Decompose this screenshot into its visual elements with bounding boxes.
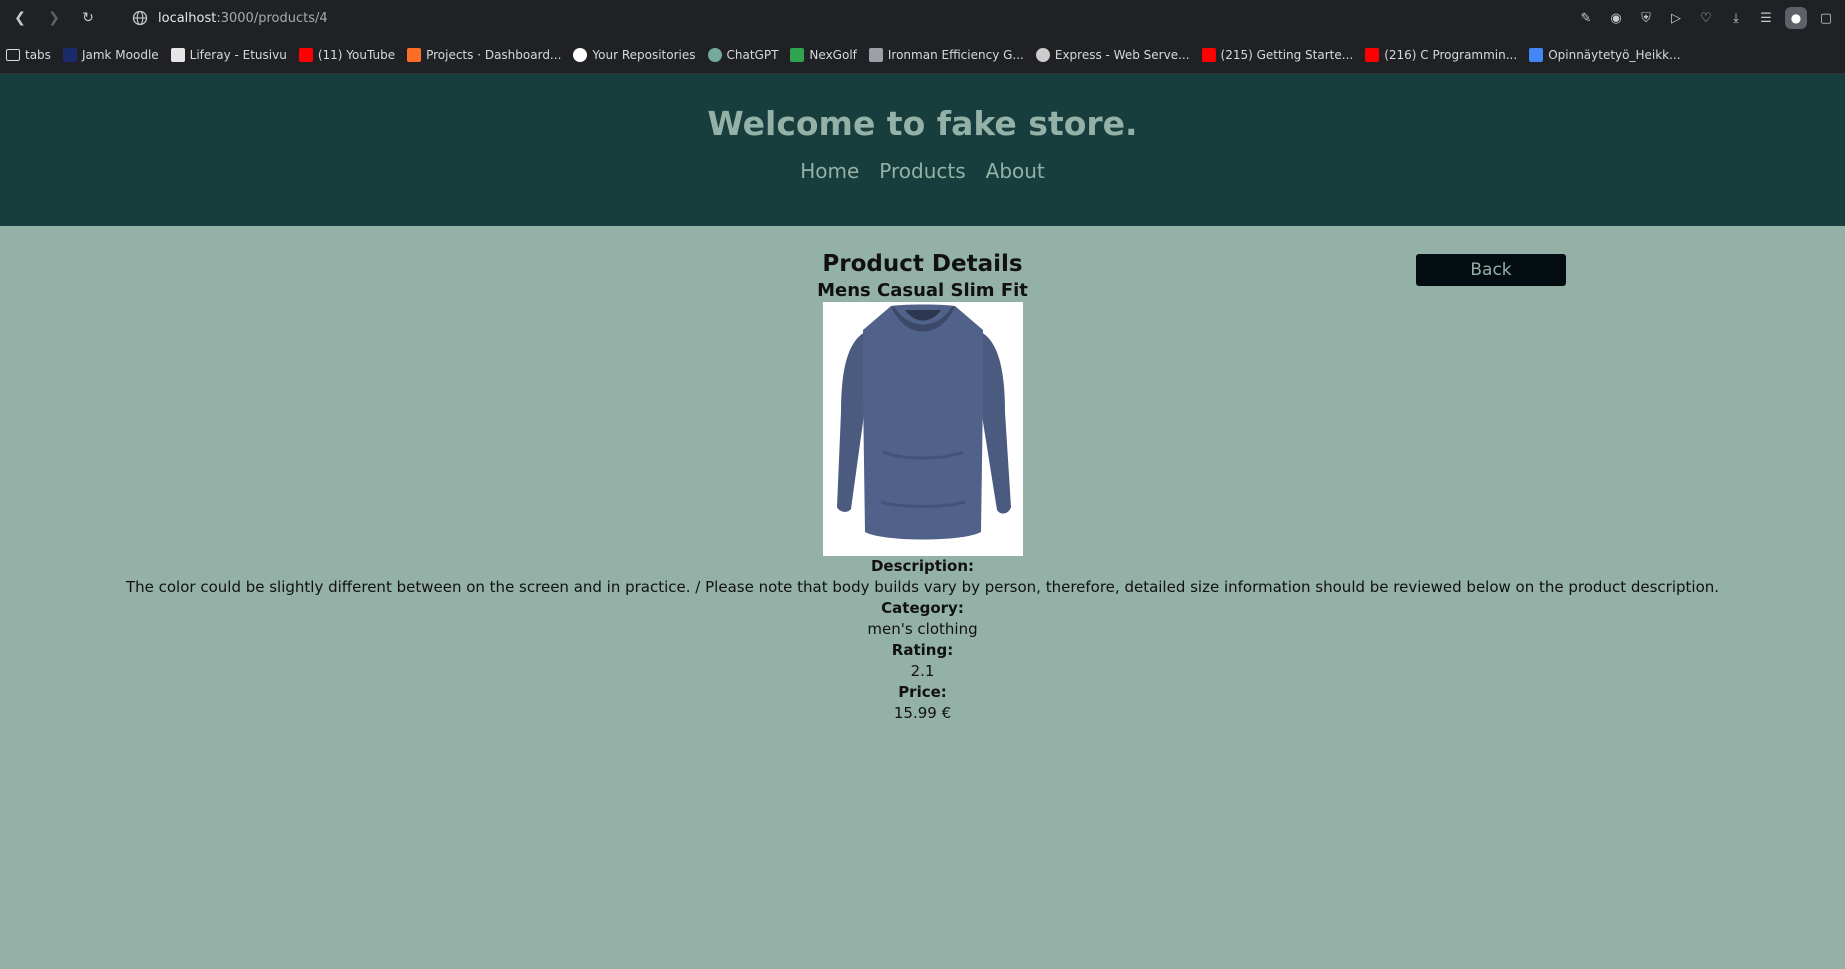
bookmark-label: ChatGPT bbox=[726, 47, 779, 62]
bookmark-label: (216) C Programmin... bbox=[1384, 47, 1518, 62]
bookmark-item[interactable]: Jamk Moodle bbox=[62, 47, 159, 62]
category-value: men's clothing bbox=[867, 620, 978, 638]
site-nav: Home Products About bbox=[0, 159, 1845, 183]
shield-icon[interactable]: ⛨ bbox=[1635, 7, 1657, 29]
product-title: Mens Casual Slim Fit bbox=[817, 280, 1028, 301]
github-icon bbox=[573, 47, 588, 62]
address-bar[interactable]: localhost:3000/products/4 bbox=[132, 10, 1575, 26]
jamk-icon bbox=[62, 47, 77, 62]
nav-about[interactable]: About bbox=[986, 159, 1045, 183]
camera-icon[interactable]: ◉ bbox=[1605, 7, 1627, 29]
bookmark-label: tabs bbox=[25, 47, 51, 62]
ironman-icon bbox=[868, 47, 883, 62]
bookmark-label: (11) YouTube bbox=[317, 47, 396, 62]
bookmark-item[interactable]: (216) C Programmin... bbox=[1365, 47, 1518, 62]
menu-icon[interactable]: ☰ bbox=[1755, 7, 1777, 29]
play-icon[interactable]: ▷ bbox=[1665, 7, 1687, 29]
edit-icon[interactable]: ✎ bbox=[1575, 7, 1597, 29]
youtube-icon bbox=[298, 47, 313, 62]
bookmark-label: NexGolf bbox=[809, 47, 857, 62]
gitlab-icon bbox=[407, 47, 422, 62]
express-icon bbox=[1035, 47, 1050, 62]
bookmark-label: Liferay - Etusivu bbox=[189, 47, 287, 62]
nav-home[interactable]: Home bbox=[800, 159, 859, 183]
bookmark-item[interactable]: (215) Getting Starte... bbox=[1201, 47, 1354, 62]
nav-products[interactable]: Products bbox=[879, 159, 965, 183]
bookmark-label: Projects · Dashboard... bbox=[426, 47, 562, 62]
youtube-icon bbox=[1365, 47, 1380, 62]
category-label: Category: bbox=[881, 599, 964, 617]
browser-toolbar: ❮ ❯ ↻ localhost:3000/products/4 ✎ ◉ ⛨ ▷ … bbox=[0, 0, 1845, 36]
rating-value: 2.1 bbox=[910, 662, 935, 680]
document-icon bbox=[170, 47, 185, 62]
bookmark-label: Opinnäytetyö_Heikk... bbox=[1548, 47, 1681, 62]
bookmark-item[interactable]: Opinnäytetyö_Heikk... bbox=[1529, 47, 1681, 62]
bookmark-label: (215) Getting Starte... bbox=[1220, 47, 1354, 62]
bookmark-item[interactable]: (11) YouTube bbox=[298, 47, 396, 62]
price-label: Price: bbox=[898, 683, 947, 701]
site-header: Welcome to fake store. Home Products Abo… bbox=[0, 74, 1845, 226]
bookmark-item[interactable]: ChatGPT bbox=[707, 47, 779, 62]
docs-icon bbox=[1529, 47, 1544, 62]
page-heading: Product Details bbox=[822, 251, 1023, 277]
site-title: Welcome to fake store. bbox=[707, 104, 1138, 143]
bookmark-item[interactable]: Express - Web Serve... bbox=[1035, 47, 1190, 62]
product-image bbox=[822, 302, 1023, 556]
bookmark-item[interactable]: Your Repositories bbox=[573, 47, 696, 62]
product-details-section: Back Product Details Mens Casual Slim Fi… bbox=[0, 226, 1845, 724]
bookmark-label: Jamk Moodle bbox=[81, 47, 159, 62]
bookmark-item[interactable]: Ironman Efficiency G... bbox=[868, 47, 1024, 62]
globe-icon bbox=[132, 10, 148, 26]
back-arrow-icon[interactable]: ❮ bbox=[8, 6, 32, 30]
bookmark-item[interactable]: NexGolf bbox=[790, 47, 857, 62]
download-icon[interactable]: ⤓ bbox=[1725, 7, 1747, 29]
bookmark-label: Your Repositories bbox=[592, 47, 696, 62]
nexgolf-icon bbox=[790, 47, 805, 62]
reload-icon[interactable]: ↻ bbox=[76, 6, 100, 30]
profile-icon[interactable]: ● bbox=[1785, 7, 1807, 29]
heart-icon[interactable]: ♡ bbox=[1695, 7, 1717, 29]
bookmark-item[interactable]: Liferay - Etusivu bbox=[170, 47, 287, 62]
url-host: localhost bbox=[158, 10, 217, 26]
url-path: :3000/products/4 bbox=[216, 10, 328, 26]
back-button[interactable]: Back bbox=[1416, 254, 1566, 286]
box-icon[interactable]: ▢ bbox=[1815, 7, 1837, 29]
bookmark-label: Ironman Efficiency G... bbox=[887, 47, 1024, 62]
bookmark-label: Express - Web Serve... bbox=[1054, 47, 1190, 62]
bookmarks-bar: tabs Jamk Moodle Liferay - Etusivu (11) You… bbox=[0, 36, 1845, 74]
bookmark-item[interactable]: tabs bbox=[6, 48, 51, 62]
youtube-icon bbox=[1201, 47, 1216, 62]
forward-arrow-icon[interactable]: ❯ bbox=[42, 6, 66, 30]
chatgpt-icon bbox=[707, 47, 722, 62]
price-value: 15.99 € bbox=[893, 704, 952, 722]
folder-icon bbox=[6, 48, 20, 61]
bookmark-item[interactable]: Projects · Dashboard... bbox=[407, 47, 562, 62]
rating-label: Rating: bbox=[891, 641, 954, 659]
description-text: The color could be slightly different be… bbox=[125, 578, 1720, 596]
description-label: Description: bbox=[870, 557, 974, 575]
